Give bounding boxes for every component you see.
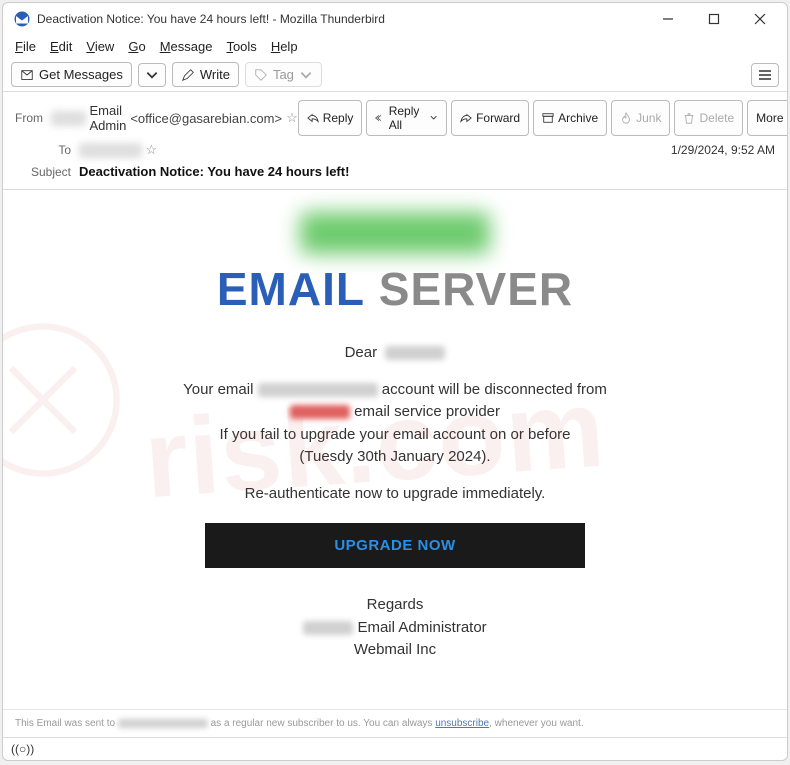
email-footer: This Email was sent to as a regular new … xyxy=(3,709,787,737)
minimize-button[interactable] xyxy=(645,3,691,35)
write-label: Write xyxy=(200,67,230,82)
message-body: risk.com EMAIL SERVER Dear Your email ac… xyxy=(3,190,787,709)
subject-label: Subject xyxy=(15,165,71,179)
archive-button[interactable]: Archive xyxy=(533,100,607,136)
from-redacted: x xyxy=(51,111,86,126)
write-button[interactable]: Write xyxy=(172,62,239,87)
reply-icon xyxy=(307,112,319,124)
menu-message[interactable]: Message xyxy=(154,37,219,56)
menu-help[interactable]: Help xyxy=(265,37,304,56)
titlebar: Deactivation Notice: You have 24 hours l… xyxy=(3,3,787,35)
upgrade-now-button[interactable]: UPGRADE NOW xyxy=(205,523,585,568)
unsubscribe-link[interactable]: unsubscribe xyxy=(435,718,489,729)
menu-tools[interactable]: Tools xyxy=(220,37,262,56)
menu-edit[interactable]: Edit xyxy=(44,37,78,56)
menu-view[interactable]: View xyxy=(80,37,120,56)
reply-button[interactable]: Reply xyxy=(298,100,363,136)
delete-button[interactable]: Delete xyxy=(674,100,743,136)
main-toolbar: Get Messages Write Tag xyxy=(3,58,787,92)
forward-button[interactable]: Forward xyxy=(451,100,529,136)
tag-button[interactable]: Tag xyxy=(245,62,322,87)
brand-logo-redacted xyxy=(300,212,490,254)
get-messages-button[interactable]: Get Messages xyxy=(11,62,132,87)
maximize-button[interactable] xyxy=(691,3,737,35)
close-button[interactable] xyxy=(737,3,783,35)
inbox-icon xyxy=(20,68,34,82)
menu-go[interactable]: Go xyxy=(122,37,151,56)
window-title: Deactivation Notice: You have 24 hours l… xyxy=(37,12,645,26)
email-title: EMAIL SERVER xyxy=(43,262,747,316)
get-messages-dropdown[interactable] xyxy=(138,63,166,87)
contact-star-icon[interactable]: ☆ xyxy=(286,110,298,126)
connection-icon[interactable]: ((○)) xyxy=(11,742,34,756)
subject-text: Deactivation Notice: You have 24 hours l… xyxy=(79,164,349,179)
app-window: Deactivation Notice: You have 24 hours l… xyxy=(2,2,788,761)
chevron-down-icon xyxy=(145,68,159,82)
more-button[interactable]: More xyxy=(747,100,788,136)
sig-redacted xyxy=(303,621,353,635)
app-icon xyxy=(13,10,31,28)
reply-all-button[interactable]: Reply All xyxy=(366,100,447,136)
signature: Regards Email Administrator Webmail Inc xyxy=(43,594,747,662)
pencil-icon xyxy=(181,68,195,82)
to-label: To xyxy=(15,143,71,157)
statusbar: ((○)) xyxy=(3,737,787,760)
junk-button[interactable]: Junk xyxy=(611,100,670,136)
chevron-down-icon xyxy=(429,112,438,124)
contact-star-icon[interactable]: ☆ xyxy=(146,142,158,158)
from-address: <office@gasarebian.com> xyxy=(130,111,282,126)
hamburger-icon xyxy=(758,68,772,82)
archive-icon xyxy=(542,112,554,124)
title-word-1: EMAIL xyxy=(217,263,365,315)
message-date: 1/29/2024, 9:52 AM xyxy=(671,143,775,157)
message-header: From x Email Admin <office@gasarebian.co… xyxy=(3,92,787,190)
header-actions: Reply Reply All Forward Archive Junk Del… xyxy=(298,100,788,136)
provider-redacted xyxy=(290,405,350,419)
trash-icon xyxy=(683,112,695,124)
tag-label: Tag xyxy=(273,67,294,82)
title-word-2: SERVER xyxy=(379,263,573,315)
to-redacted: x xyxy=(79,143,142,158)
email-text: Dear Your email account will be disconne… xyxy=(43,342,747,505)
chevron-down-icon xyxy=(299,68,313,82)
email-redacted xyxy=(258,383,378,397)
from-name: Email Admin xyxy=(90,103,127,133)
menubar: File Edit View Go Message Tools Help xyxy=(3,35,787,58)
recipient-redacted xyxy=(385,346,445,360)
reply-all-icon xyxy=(375,112,384,124)
window-controls xyxy=(645,3,783,35)
menu-file[interactable]: File xyxy=(9,37,42,56)
get-messages-label: Get Messages xyxy=(39,67,123,82)
tag-icon xyxy=(254,68,268,82)
footer-email-redacted xyxy=(118,719,208,728)
forward-icon xyxy=(460,112,472,124)
flame-icon xyxy=(620,112,632,124)
app-menu-button[interactable] xyxy=(751,63,779,87)
from-label: From xyxy=(15,111,43,125)
